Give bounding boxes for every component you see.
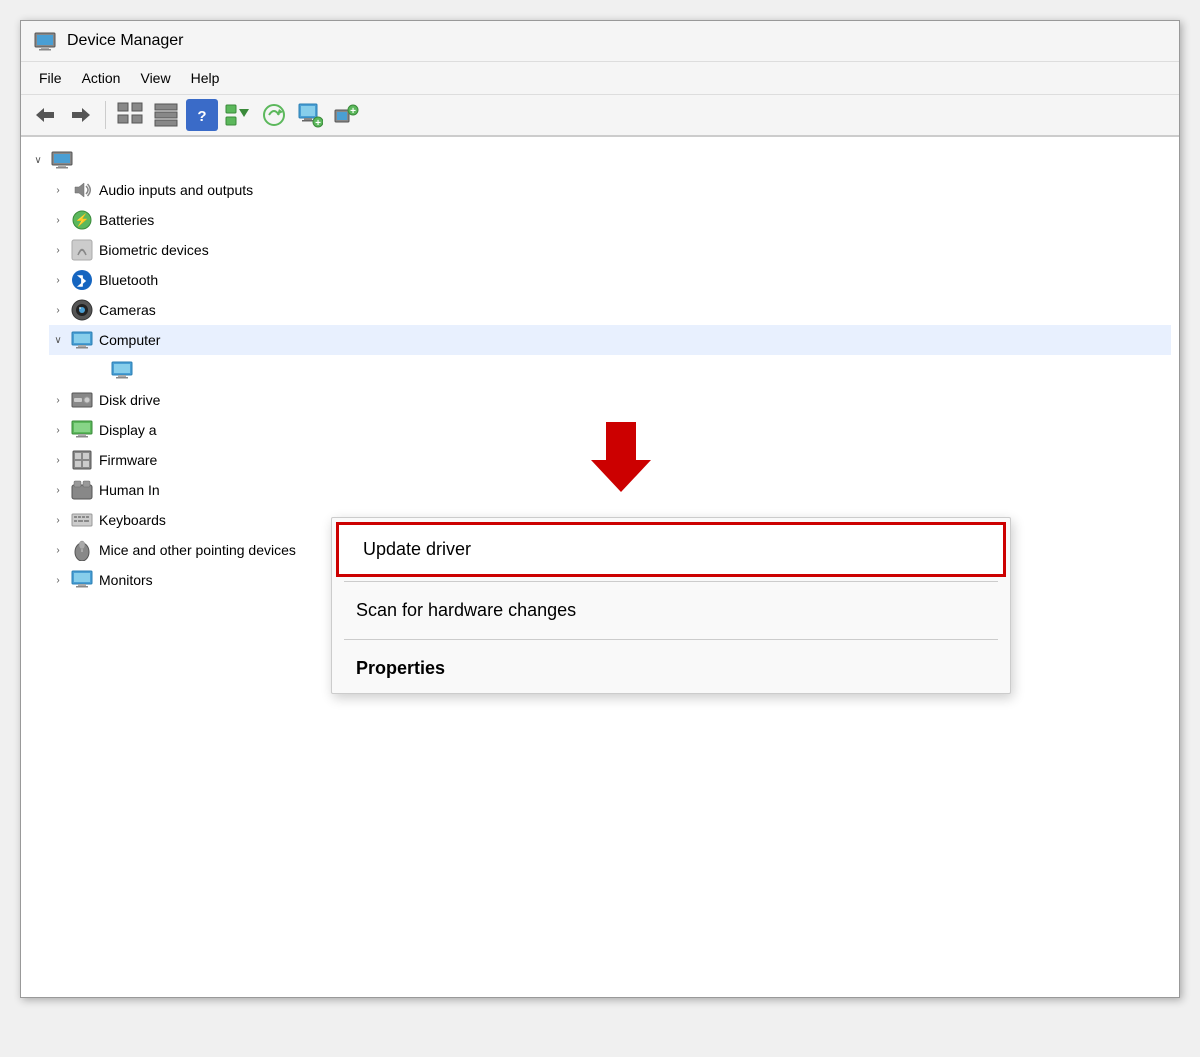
keyboards-icon — [71, 509, 93, 531]
biometric-label: Biometric devices — [99, 242, 209, 258]
hid-chevron: › — [51, 485, 65, 496]
monitors-chevron: › — [51, 575, 65, 586]
root-icon — [51, 149, 73, 171]
back-button[interactable] — [29, 99, 61, 131]
scan-button[interactable] — [258, 99, 290, 131]
bluetooth-label: Bluetooth — [99, 272, 158, 288]
root-chevron: ∨ — [31, 155, 45, 166]
title-bar-icon — [33, 29, 57, 53]
svg-text:?: ? — [197, 108, 206, 125]
tree-item-batteries[interactable]: › ⚡ Batteries — [49, 205, 1171, 235]
toolbar: ? + — [21, 95, 1179, 137]
cameras-chevron: › — [51, 305, 65, 316]
show-by-connection-button[interactable] — [150, 99, 182, 131]
properties-button[interactable]: + — [294, 99, 326, 131]
monitors-label: Monitors — [99, 572, 153, 588]
disk-icon — [71, 389, 93, 411]
batteries-label: Batteries — [99, 212, 154, 228]
device-manager-window: Device Manager File Action View Help — [20, 20, 1180, 998]
add-device-button[interactable]: + — [330, 99, 362, 131]
display-icon — [71, 419, 93, 441]
context-menu: Update driver Scan for hardware changes … — [331, 517, 1011, 694]
tree-item-computer-child[interactable] — [89, 355, 1171, 385]
menu-view[interactable]: View — [130, 66, 180, 90]
menu-bar: File Action View Help — [21, 62, 1179, 95]
batteries-icon: ⚡ — [71, 209, 93, 231]
disk-label: Disk drive — [99, 392, 160, 408]
context-menu-item-wrapper: Update driver — [336, 522, 1006, 577]
help-button[interactable]: ? — [186, 99, 218, 131]
svg-text:⚡: ⚡ — [75, 213, 90, 227]
tree-item-computer[interactable]: ∨ Computer — [49, 325, 1171, 355]
tree-item-audio[interactable]: › Audio inputs and outputs — [49, 175, 1171, 205]
update-driver-item[interactable]: Update driver — [339, 525, 1003, 574]
context-menu-sep-2 — [344, 639, 998, 640]
computer-label: Computer — [99, 332, 160, 348]
context-menu-sep-1 — [344, 581, 998, 582]
firmware-icon — [71, 449, 93, 471]
display-label: Display a — [99, 422, 157, 438]
tree-root[interactable]: ∨ — [29, 145, 1171, 175]
hid-icon — [71, 479, 93, 501]
menu-action[interactable]: Action — [72, 66, 131, 90]
keyboards-label: Keyboards — [99, 512, 166, 528]
hid-label: Human In — [99, 482, 160, 498]
keyboards-chevron: › — [51, 515, 65, 526]
mice-chevron: › — [51, 545, 65, 556]
properties-item[interactable]: Properties — [332, 644, 1010, 693]
cameras-label: Cameras — [99, 302, 156, 318]
biometric-icon — [71, 239, 93, 261]
audio-label: Audio inputs and outputs — [99, 182, 253, 198]
tree-item-disk[interactable]: › Disk drive — [49, 385, 1171, 415]
display-chevron: › — [51, 425, 65, 436]
tree-item-cameras[interactable]: › Cameras — [49, 295, 1171, 325]
monitors-icon — [71, 569, 93, 591]
computer-chevron: ∨ — [51, 335, 65, 346]
menu-file[interactable]: File — [29, 66, 72, 90]
cameras-icon — [71, 299, 93, 321]
title-bar: Device Manager — [21, 21, 1179, 62]
toolbar-sep-1 — [105, 101, 106, 129]
main-content: ∨ › — [21, 137, 1179, 997]
bluetooth-icon — [71, 269, 93, 291]
bluetooth-chevron: › — [51, 275, 65, 286]
svg-text:+: + — [315, 118, 321, 128]
expand-button[interactable] — [222, 99, 254, 131]
show-by-type-button[interactable] — [114, 99, 146, 131]
scan-hardware-item[interactable]: Scan for hardware changes — [332, 586, 1010, 635]
computer-icon — [71, 329, 93, 351]
title-bar-text: Device Manager — [67, 32, 184, 50]
mice-label: Mice and other pointing devices — [99, 542, 296, 558]
tree-item-biometric[interactable]: › Biometric devices — [49, 235, 1171, 265]
computer-child-icon — [111, 359, 133, 381]
batteries-chevron: › — [51, 215, 65, 226]
mice-icon — [71, 539, 93, 561]
biometric-chevron: › — [51, 245, 65, 256]
audio-icon — [71, 179, 93, 201]
firmware-label: Firmware — [99, 452, 157, 468]
firmware-chevron: › — [51, 455, 65, 466]
audio-chevron: › — [51, 185, 65, 196]
red-arrow-indicator — [591, 422, 651, 497]
tree-item-bluetooth[interactable]: › Bluetooth — [49, 265, 1171, 295]
menu-help[interactable]: Help — [181, 66, 230, 90]
svg-text:+: + — [350, 106, 356, 117]
forward-button[interactable] — [65, 99, 97, 131]
disk-chevron: › — [51, 395, 65, 406]
